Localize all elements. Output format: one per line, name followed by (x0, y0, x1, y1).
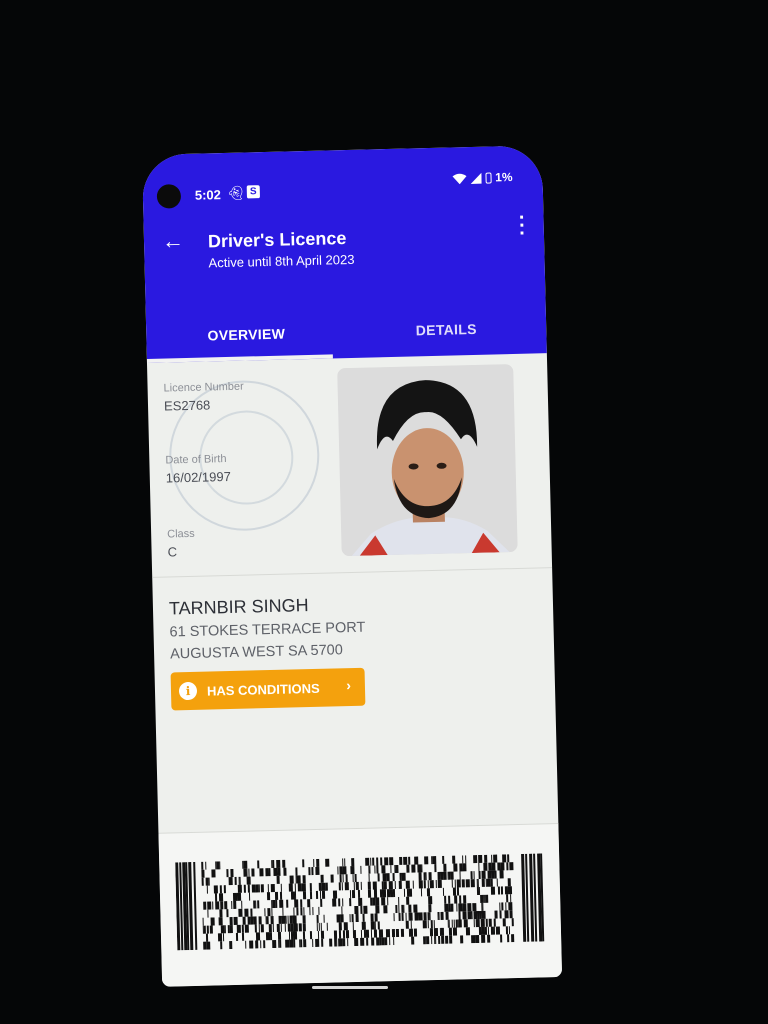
system-icons: 1% (452, 170, 513, 185)
licence-number-value: ES2768 (163, 397, 211, 414)
wifi-icon (452, 173, 467, 184)
class-value: C (167, 544, 178, 560)
licence-card: Licence Number ES2768 Date of Birth 16/0… (147, 353, 563, 987)
holder-photo (337, 364, 518, 557)
chevron-right-icon: › (346, 677, 352, 694)
s-app-icon: S (246, 185, 260, 199)
licence-status: Active until 8th April 2023 (208, 251, 355, 271)
tab-details[interactable]: DETAILS (346, 319, 546, 340)
card-divider (152, 567, 553, 578)
has-conditions-label: HAS CONDITIONS (206, 680, 320, 699)
barcode-panel (158, 823, 563, 987)
has-conditions-button[interactable]: i HAS CONDITIONS › (170, 667, 366, 711)
front-camera (156, 184, 182, 209)
signal-icon (470, 172, 482, 184)
status-time: 5:02 (194, 187, 222, 203)
licence-number-label: Licence Number (163, 380, 244, 395)
dob-value: 16/02/1997 (165, 468, 232, 486)
address-line-2: AUGUSTA WEST SA 5700 (169, 642, 343, 663)
arrow-left-icon[interactable]: ← (162, 228, 185, 255)
status-bar: 5:02 👻︎ S 1% (142, 145, 543, 209)
more-vert-icon[interactable]: · · · (519, 207, 527, 245)
snapchat-ghost-icon: 👻︎ (226, 184, 245, 201)
holder-name: TARNBIR SINGH (168, 595, 309, 619)
home-indicator[interactable] (312, 986, 388, 989)
app-header: 5:02 👻︎ S 1% ← Driver's Licence Active u… (141, 145, 547, 363)
class-label: Class (167, 527, 195, 541)
battery-icon (485, 171, 492, 184)
page-title: Driver's Licence (207, 228, 347, 252)
address-line-1: 61 STOKES TERRACE PORT (169, 619, 366, 641)
dob-label: Date of Birth (165, 453, 227, 467)
info-icon: i (178, 681, 198, 701)
barcode-divider (158, 823, 559, 834)
battery-percent: 1% (495, 169, 513, 185)
tab-overview[interactable]: OVERVIEW (146, 324, 346, 345)
phone-screen: 5:02 👻︎ S 1% ← Driver's Licence Active u… (141, 145, 563, 987)
pdf417-barcode (175, 853, 545, 951)
